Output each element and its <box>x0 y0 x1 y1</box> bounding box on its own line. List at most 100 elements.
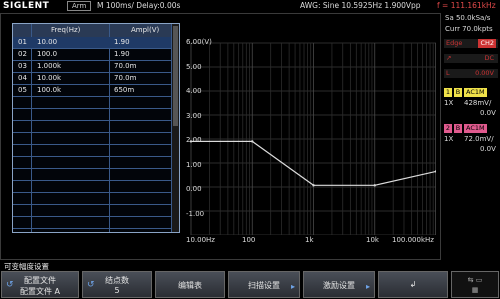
softkey-status-icons: ⇆ ▭ ▦ <box>451 271 499 298</box>
table-row-empty[interactable] <box>13 193 171 205</box>
softkey-return[interactable]: ↲ <box>378 271 448 298</box>
channel-2-scale: 72.0mV/ <box>464 135 494 143</box>
data-point <box>373 184 376 187</box>
bandwidth-limit-icon: B <box>454 124 462 133</box>
level-label: L <box>446 69 450 77</box>
channel-1-scale: 428mV/ <box>464 99 492 107</box>
trigger-coupling[interactable]: ↗ DC <box>444 54 498 63</box>
softkey-profile[interactable]: ↺ 配置文件 配置文件 A <box>1 271 79 298</box>
lan-icon: ▦ <box>471 286 479 294</box>
level-value: 0.00V <box>475 69 494 77</box>
row-freq: 10.00k <box>37 74 62 82</box>
table-row-empty[interactable] <box>13 169 171 181</box>
x-tick-label: 100.000kHz <box>392 236 434 244</box>
timebase-readout: M 100ms/ Delay:0.00s <box>97 1 181 10</box>
bandwidth-limit-icon: B <box>454 88 462 97</box>
x-tick-label: 10k <box>366 236 379 244</box>
channel-1-offset: 0.0V <box>480 109 496 117</box>
row-freq: 100.0k <box>37 86 62 94</box>
row-index: 04 <box>18 74 27 82</box>
y-tick-label: 0.00 <box>186 185 202 193</box>
channel-2-header: 2 B AC1M <box>442 123 500 134</box>
x-tick-label: 10.00Hz <box>186 236 215 244</box>
y-tick-label: 1.00 <box>186 161 202 169</box>
scrollbar-thumb[interactable] <box>173 26 178 126</box>
data-point <box>312 184 315 187</box>
table-row-empty[interactable] <box>13 121 171 133</box>
row-freq: 1.000k <box>37 62 62 70</box>
y-tick-label: 4.00 <box>186 87 202 95</box>
sample-rate: Sa 50.0kSa/s <box>445 14 491 22</box>
table-row[interactable]: 02 100.0 1.90 <box>13 49 171 61</box>
right-info-panel: Sa 50.0kSa/s Curr 70.0kpts Edge CH2 ↗ DC… <box>442 13 500 260</box>
channel-1-header: 1 B AC1M <box>442 87 500 98</box>
channel-1-info[interactable]: 1 B AC1M 1X 428mV/ 0.0V <box>442 87 500 121</box>
status-bar: SIGLENT Arm M 100ms/ Delay:0.00s AWG: Si… <box>0 0 500 12</box>
y-tick-label: -1.00 <box>186 210 205 218</box>
col-header-freq: Freq(Hz) <box>51 26 81 34</box>
submenu-arrow-icon: ▸ <box>290 282 295 291</box>
row-index: 01 <box>18 38 27 46</box>
table-row-empty[interactable] <box>13 133 171 145</box>
row-ampl: 650m <box>114 86 135 94</box>
row-ampl: 1.90 <box>114 38 130 46</box>
table-row-empty[interactable] <box>13 109 171 121</box>
table-row-empty[interactable] <box>13 181 171 193</box>
table-row-empty[interactable] <box>13 145 171 157</box>
row-ampl: 70.0m <box>114 62 137 70</box>
awg-readout: AWG: Sine 10.5925Hz 1.900Vpp <box>300 1 421 10</box>
x-tick-label: 1k <box>305 236 314 244</box>
brand-logo: SIGLENT <box>3 1 50 11</box>
coupling-value: DC <box>484 54 494 62</box>
softkey-bar: ↺ 配置文件 配置文件 A ↺ 结点数 5 编辑表 扫描设置 ▸ 激励设置 ▸ … <box>0 271 500 299</box>
channel-2-probe: 1X <box>444 135 454 143</box>
table-header: Freq(Hz) Ampl(V) <box>13 24 179 37</box>
trigger-edge[interactable]: Edge CH2 <box>444 39 498 48</box>
table-row-empty[interactable] <box>13 157 171 169</box>
row-freq: 10.00 <box>37 38 58 46</box>
edge-source-badge: CH2 <box>478 39 496 48</box>
channel-1-number: 1 <box>444 88 452 97</box>
submenu-arrow-icon: ▸ <box>365 282 370 291</box>
table-row[interactable]: 04 10.00k 70.0m <box>13 73 171 85</box>
table-row-empty[interactable] <box>13 205 171 217</box>
softkey-stimulus-settings[interactable]: 激励设置 ▸ <box>303 271 375 298</box>
y-tick-label: 3.00 <box>186 112 202 120</box>
channel-2-offset: 0.0V <box>480 145 496 153</box>
col-header-ampl: Ampl(V) <box>131 26 160 34</box>
amplitude-table[interactable]: Freq(Hz) Ampl(V) 01 10.00 1.90 02 100.0 … <box>12 23 180 233</box>
y-tick-label: 2.00 <box>186 136 202 144</box>
softkey-edit-table[interactable]: 编辑表 <box>155 271 225 298</box>
row-ampl: 1.90 <box>114 50 130 58</box>
y-tick-label: 5.00 <box>186 63 202 71</box>
softkey-node-count[interactable]: ↺ 结点数 5 <box>82 271 152 298</box>
table-scrollbar[interactable] <box>171 24 179 232</box>
table-row[interactable]: 01 10.00 1.90 <box>13 37 171 49</box>
data-point <box>251 140 254 143</box>
softkey-sweep-settings-label: 扫描设置 <box>248 281 280 290</box>
channel-2-coupling: AC1M <box>464 124 487 133</box>
run-state-badge[interactable]: Arm <box>67 1 92 11</box>
table-row-empty[interactable] <box>13 217 171 229</box>
trigger-level[interactable]: L 0.00V <box>444 69 498 78</box>
rising-edge-icon: ↗ <box>446 54 452 62</box>
memory-depth: Curr 70.0kpts <box>445 25 493 33</box>
plot-grid <box>190 42 436 235</box>
row-index: 05 <box>18 86 27 94</box>
table-row[interactable]: 03 1.000k 70.0m <box>13 61 171 73</box>
row-ampl: 70.0m <box>114 74 137 82</box>
softkey-profile-label: 配置文件 <box>24 276 56 285</box>
table-row-empty[interactable] <box>13 97 171 109</box>
softkey-node-count-label: 结点数 <box>105 276 129 285</box>
channel-2-info[interactable]: 2 B AC1M 1X 72.0mV/ 0.0V <box>442 123 500 157</box>
return-arrow-icon: ↲ <box>409 280 417 289</box>
softkey-profile-value: 配置文件 A <box>19 287 60 296</box>
softkey-sweep-settings[interactable]: 扫描设置 ▸ <box>228 271 300 298</box>
table-row[interactable]: 05 100.0k 650m <box>13 85 171 97</box>
channel-1-coupling: AC1M <box>464 88 487 97</box>
frequency-response-plot <box>189 42 436 235</box>
x-tick-label: 100 <box>242 236 256 244</box>
row-freq: 100.0 <box>37 50 58 58</box>
row-index: 03 <box>18 62 27 70</box>
softkey-node-count-value: 5 <box>114 286 120 295</box>
